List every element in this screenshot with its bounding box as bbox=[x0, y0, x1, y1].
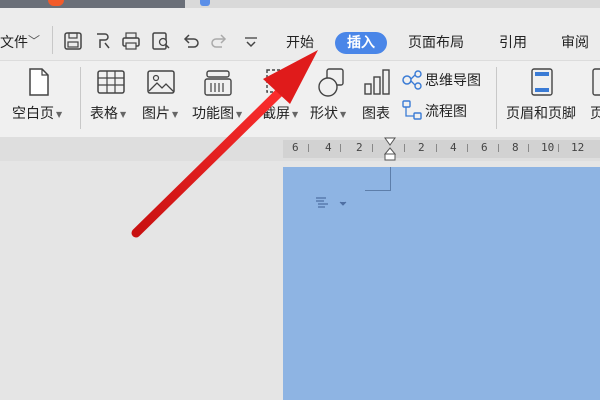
red-arrow-annotation bbox=[131, 50, 318, 238]
